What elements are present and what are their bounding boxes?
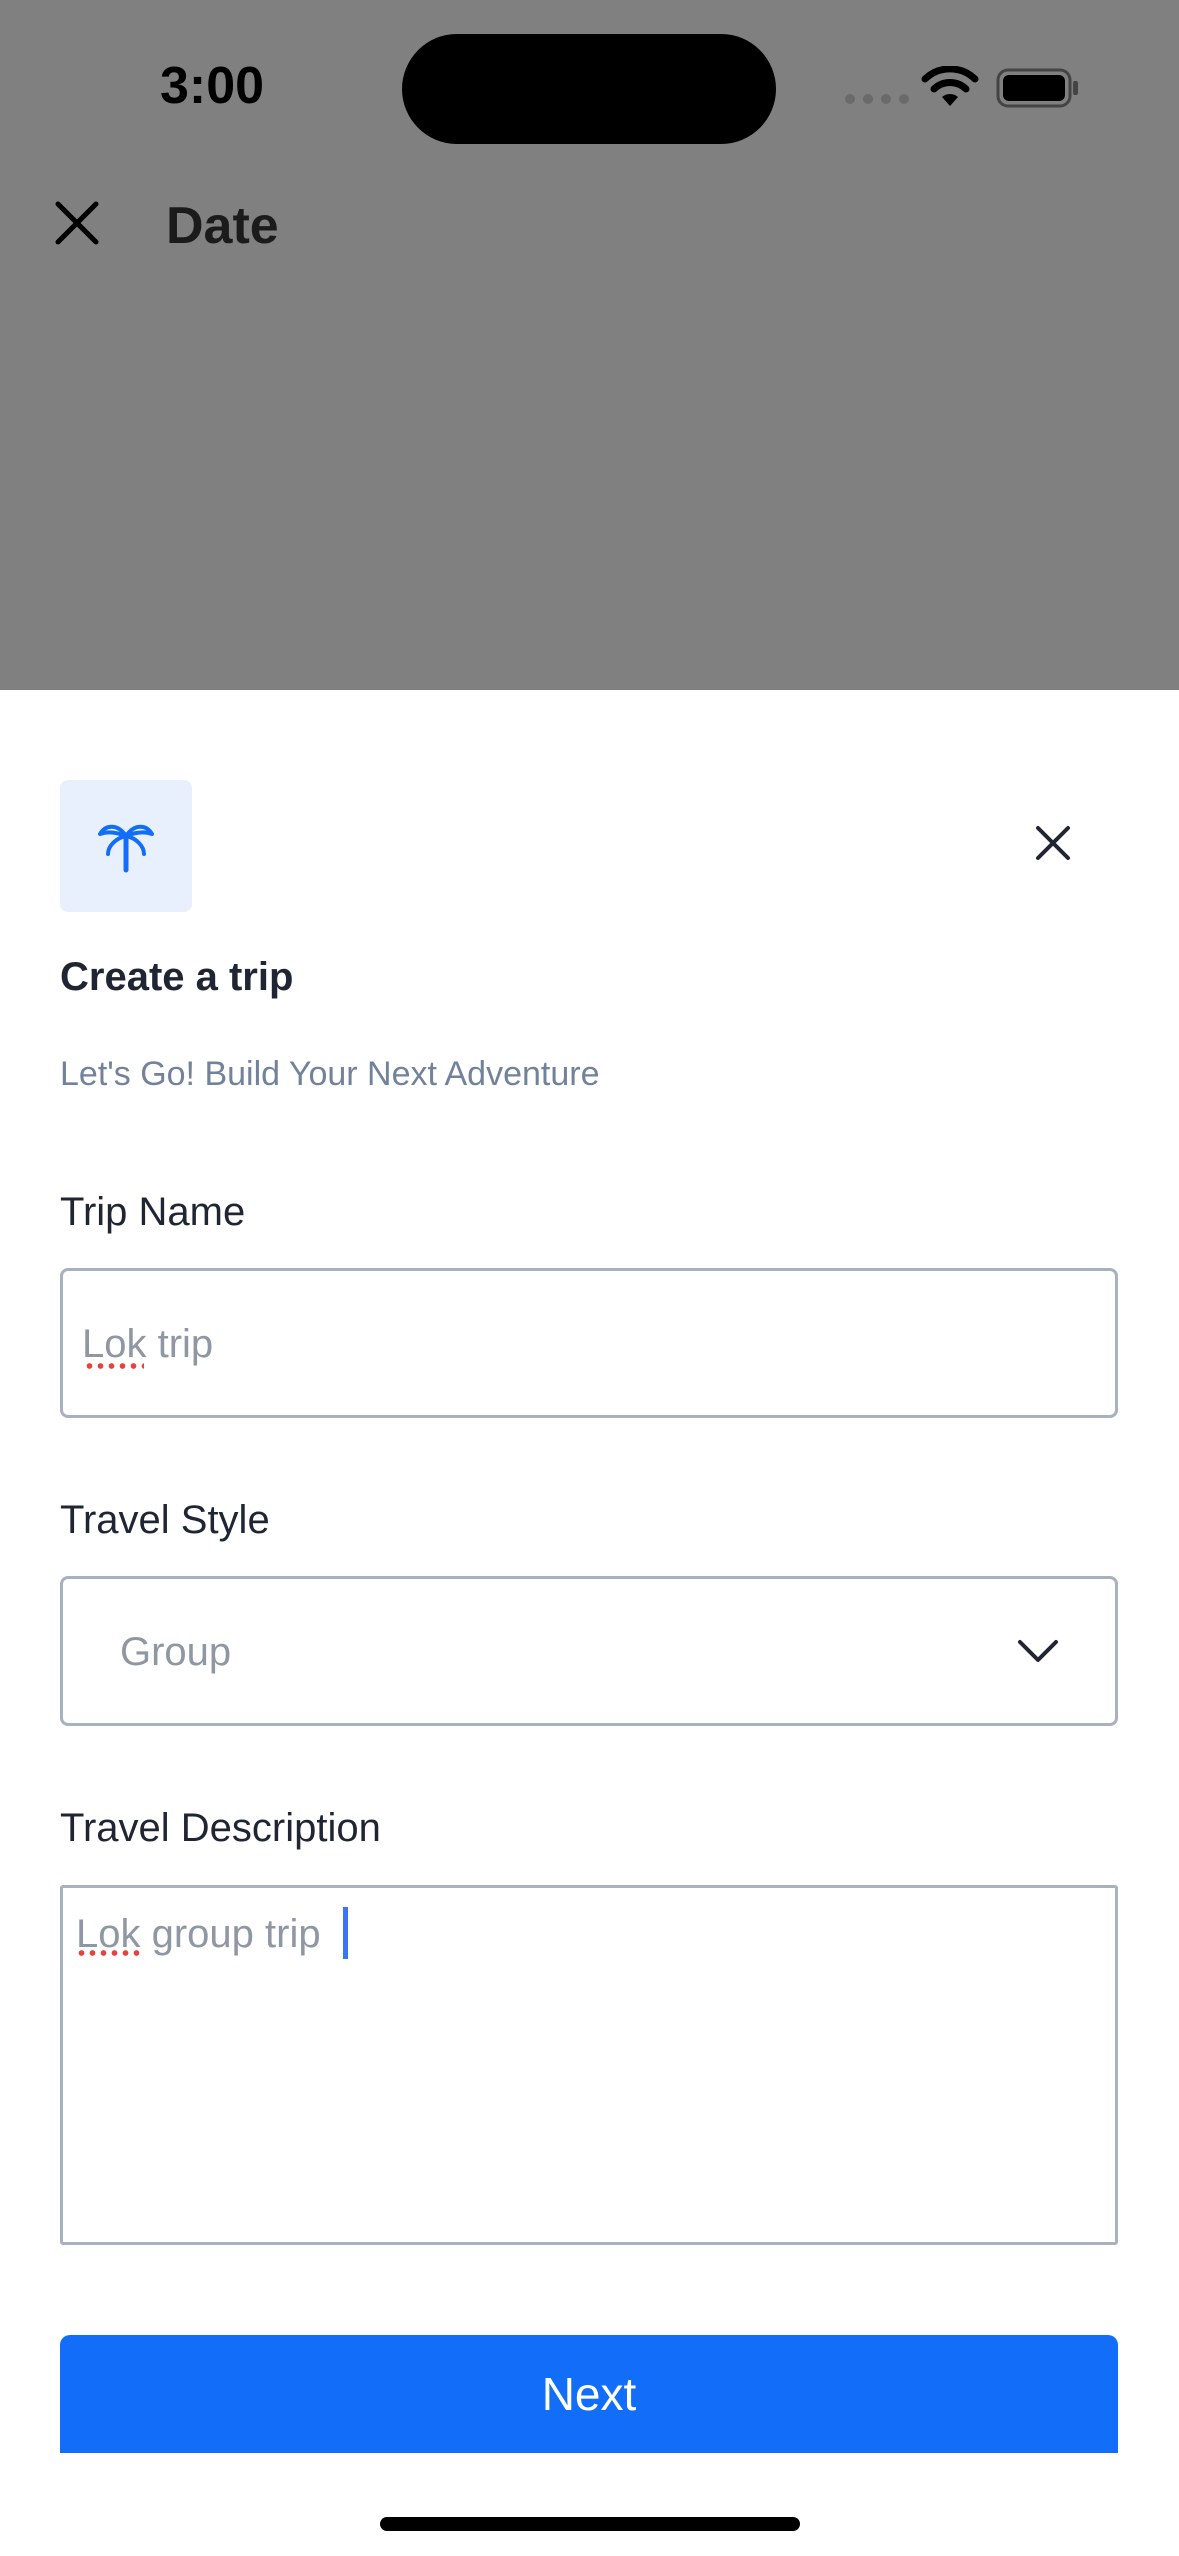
dynamic-island [402, 34, 776, 144]
spellcheck-underline [84, 1363, 144, 1369]
next-button[interactable]: Next [60, 2335, 1118, 2453]
chevron-down-icon [1018, 1640, 1058, 1662]
close-icon[interactable] [54, 200, 100, 246]
spellcheck-underline [76, 1950, 142, 1956]
close-sheet-icon[interactable] [1034, 824, 1072, 862]
home-indicator[interactable] [380, 2517, 800, 2531]
wifi-icon [921, 66, 979, 106]
trip-icon-tile [60, 780, 192, 912]
sheet-subtitle: Let's Go! Build Your Next Adventure [60, 1055, 600, 1093]
travel-style-value: Group [120, 1630, 232, 1674]
trip-name-label: Trip Name [60, 1190, 246, 1234]
background-page-title: Date [166, 197, 279, 255]
cellular-signal-icon [845, 94, 909, 104]
sheet-title: Create a trip [60, 955, 294, 999]
travel-style-label: Travel Style [60, 1498, 270, 1542]
status-time: 3:00 [160, 57, 265, 115]
palm-tree-icon [98, 824, 154, 873]
trip-name-input[interactable] [60, 1268, 1118, 1418]
travel-description-label: Travel Description [60, 1806, 381, 1850]
battery-icon [996, 68, 1078, 108]
text-caret [343, 1907, 348, 1959]
trip-name-value: Lok trip [82, 1322, 214, 1366]
